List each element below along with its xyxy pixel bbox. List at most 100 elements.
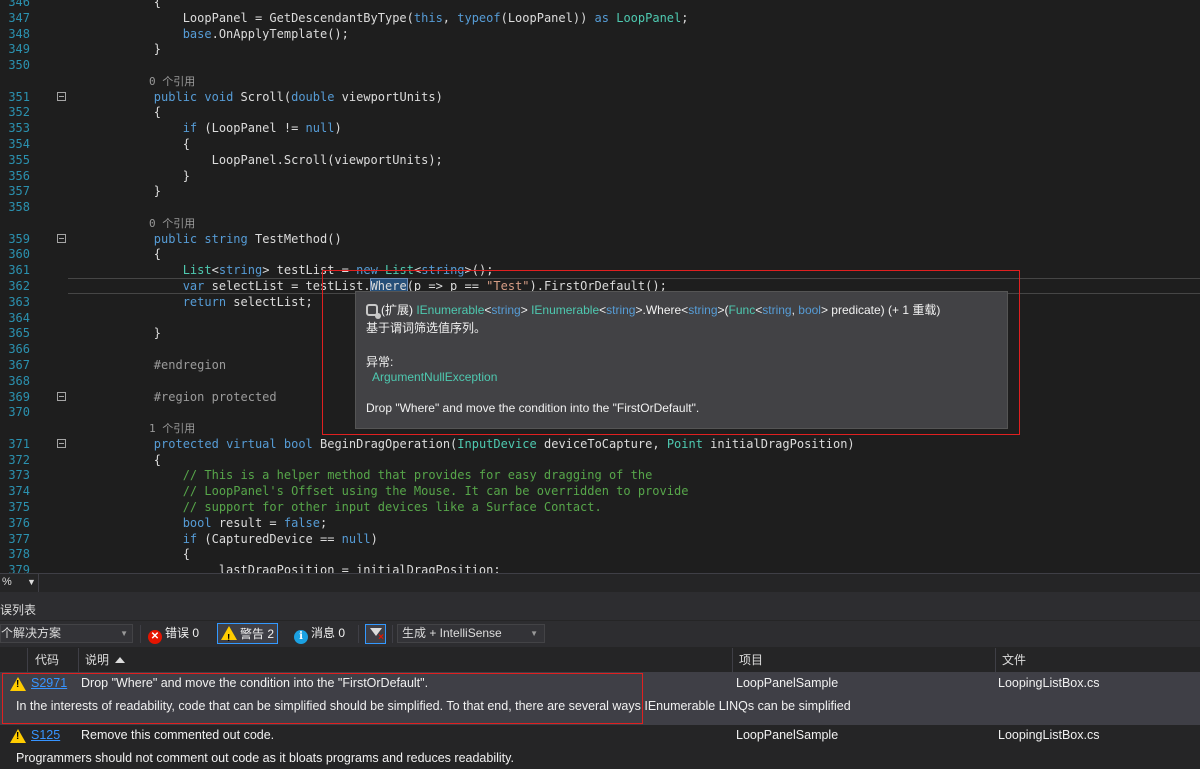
divider xyxy=(392,625,393,643)
code-token: bool xyxy=(182,516,212,530)
code-token: ; xyxy=(319,516,328,530)
code-line[interactable]: 351 public void Scroll(double viewportUn… xyxy=(0,89,1200,105)
code-token: { xyxy=(96,137,190,151)
code-line[interactable]: 353 if (LoopPanel != null) xyxy=(0,120,1200,136)
code-line[interactable]: 347 LoopPanel = GetDescendantByType(this… xyxy=(0,10,1200,26)
errors-filter-button[interactable]: ✕ 错误 0 xyxy=(145,623,202,644)
scope-value: 个解决方案 xyxy=(1,626,62,640)
column-divider[interactable] xyxy=(27,648,28,672)
code-line[interactable]: 354 { xyxy=(0,136,1200,152)
rule-link[interactable]: S125 xyxy=(31,728,60,742)
collapse-icon[interactable] xyxy=(57,392,66,401)
rule-link[interactable]: S2971 xyxy=(31,676,67,690)
code-line[interactable]: 350 xyxy=(0,57,1200,73)
codelens-row[interactable]: 0 个引用 xyxy=(0,73,1200,89)
collapse-icon[interactable] xyxy=(57,439,66,448)
column-header-file[interactable]: 文件 xyxy=(1002,648,1026,672)
code-line[interactable]: 376 bool result = false; xyxy=(0,515,1200,531)
code-line[interactable]: 374 // LoopPanel's Offset using the Mous… xyxy=(0,483,1200,499)
code-token: ) xyxy=(334,121,342,135)
clear-filter-button[interactable]: × xyxy=(365,624,386,644)
code-line[interactable]: 358 xyxy=(0,199,1200,215)
scope-dropdown[interactable]: 个解决方案 ▼ xyxy=(0,624,133,643)
signature-part: string xyxy=(688,303,718,317)
code-line[interactable]: 360 { xyxy=(0,246,1200,262)
collapse-icon[interactable] xyxy=(57,92,66,101)
column-divider[interactable] xyxy=(732,648,733,672)
table-row[interactable]: S125 Remove this commented out code. Loo… xyxy=(0,725,1200,769)
code-line[interactable]: 349 } xyxy=(0,41,1200,57)
code-line[interactable]: 356 } xyxy=(0,168,1200,184)
code-token: Point xyxy=(666,437,703,451)
zoom-level[interactable]: % xyxy=(2,576,12,588)
code-text: 0 个引用 xyxy=(96,215,195,232)
code-token: (CapturedDevice == xyxy=(197,532,342,546)
chevron-down-icon[interactable]: ▼ xyxy=(27,577,36,587)
code-line[interactable]: 355 LoopPanel.Scroll(viewportUnits); xyxy=(0,152,1200,168)
code-text: protected virtual bool BeginDragOperatio… xyxy=(96,436,855,452)
reference-count[interactable]: 0 个引用 xyxy=(96,75,195,88)
reference-count[interactable]: 0 个引用 xyxy=(96,217,195,230)
line-number: 374 xyxy=(8,484,30,498)
code-line[interactable]: 352 { xyxy=(0,104,1200,120)
code-text: // This is a helper method that provides… xyxy=(96,467,653,483)
code-text: } xyxy=(96,41,161,57)
warning-icon xyxy=(10,729,26,743)
code-line[interactable]: 373 // This is a helper method that prov… xyxy=(0,467,1200,483)
column-header-code[interactable]: 代码 xyxy=(35,648,59,672)
line-number: 364 xyxy=(8,311,30,325)
line-number: 378 xyxy=(8,547,30,561)
tooltip-exception[interactable]: ArgumentNullException xyxy=(372,370,497,384)
code-line[interactable]: 348 base.OnApplyTemplate(); xyxy=(0,26,1200,42)
tooltip-summary: 基于谓词筛选值序列。 xyxy=(366,321,487,335)
code-token: ) xyxy=(370,532,378,546)
code-token: } xyxy=(96,169,190,183)
code-line[interactable]: 357 } xyxy=(0,183,1200,199)
line-number: 355 xyxy=(8,153,30,167)
line-number: 373 xyxy=(8,468,30,482)
code-token: TestMethod() xyxy=(247,232,342,246)
code-line[interactable]: 375 // support for other input devices l… xyxy=(0,499,1200,515)
code-line[interactable]: 371 protected virtual bool BeginDragOper… xyxy=(0,436,1200,452)
code-line[interactable]: 379 _lastDragPosition = initialDragPosit… xyxy=(0,562,1200,573)
signature-part: >( xyxy=(717,303,729,317)
code-token: bool xyxy=(283,437,313,451)
build-filter-dropdown[interactable]: 生成 + IntelliSense ▼ xyxy=(397,624,545,643)
column-header-project[interactable]: 项目 xyxy=(739,648,763,672)
warnings-filter-button[interactable]: 警告 2 xyxy=(217,623,279,649)
splitter[interactable] xyxy=(0,592,1200,600)
code-editor[interactable]: 346 {347 LoopPanel = GetDescendantByType… xyxy=(0,0,1200,573)
codelens-row[interactable]: 0 个引用 xyxy=(0,215,1200,231)
error-list-header: 代码 说明 项目 文件 xyxy=(0,648,1200,673)
column-header-description[interactable]: 说明 xyxy=(85,648,126,672)
code-line[interactable]: 372 { xyxy=(0,452,1200,468)
code-text: base.OnApplyTemplate(); xyxy=(96,26,349,42)
code-text: { xyxy=(96,546,190,562)
code-line[interactable]: 377 if (CapturedDevice == null) xyxy=(0,531,1200,547)
line-number: 346 xyxy=(8,0,30,9)
code-line[interactable]: 346 { xyxy=(0,0,1200,10)
code-token: // support for other input devices like … xyxy=(96,500,602,514)
column-divider[interactable] xyxy=(78,648,79,672)
code-line[interactable]: 378 { xyxy=(0,546,1200,562)
table-row[interactable]: S2971 Drop "Where" and move the conditio… xyxy=(0,673,1200,725)
code-line[interactable]: 361 List<string> testList = new List<str… xyxy=(0,262,1200,278)
code-token: { xyxy=(96,247,162,261)
messages-filter-button[interactable]: i 消息 0 xyxy=(291,623,348,644)
code-token: < xyxy=(211,263,219,277)
code-token: null xyxy=(341,532,371,546)
code-token: public xyxy=(153,232,198,246)
column-divider[interactable] xyxy=(995,648,996,672)
code-token: } xyxy=(96,184,162,198)
collapse-icon[interactable] xyxy=(57,234,66,243)
code-line[interactable]: 359 public string TestMethod() xyxy=(0,231,1200,247)
reference-count[interactable]: 1 个引用 xyxy=(96,422,195,435)
line-number: 377 xyxy=(8,532,30,546)
code-token: >(); xyxy=(464,263,494,277)
line-number: 354 xyxy=(8,137,30,151)
code-text: bool result = false; xyxy=(96,515,328,531)
